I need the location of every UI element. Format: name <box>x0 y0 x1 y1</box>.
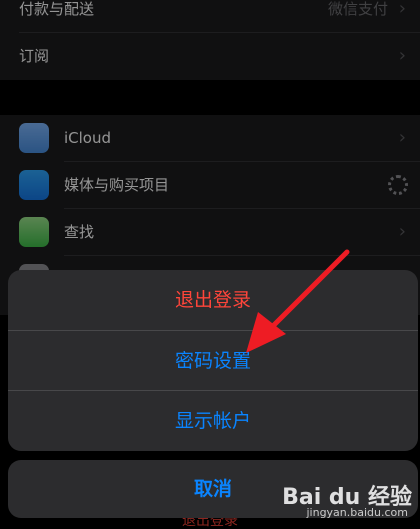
action-sheet: 退出登录 密码设置 显示帐户 <box>8 270 418 451</box>
show-account-button[interactable]: 显示帐户 <box>8 391 418 451</box>
watermark-url: jingyan.baidu.com <box>306 506 408 519</box>
baidu-jingyan-watermark: Bai du 经验 jingyan.baidu.com <box>282 479 412 523</box>
password-settings-button[interactable]: 密码设置 <box>8 331 418 391</box>
sign-out-button[interactable]: 退出登录 <box>8 270 418 330</box>
